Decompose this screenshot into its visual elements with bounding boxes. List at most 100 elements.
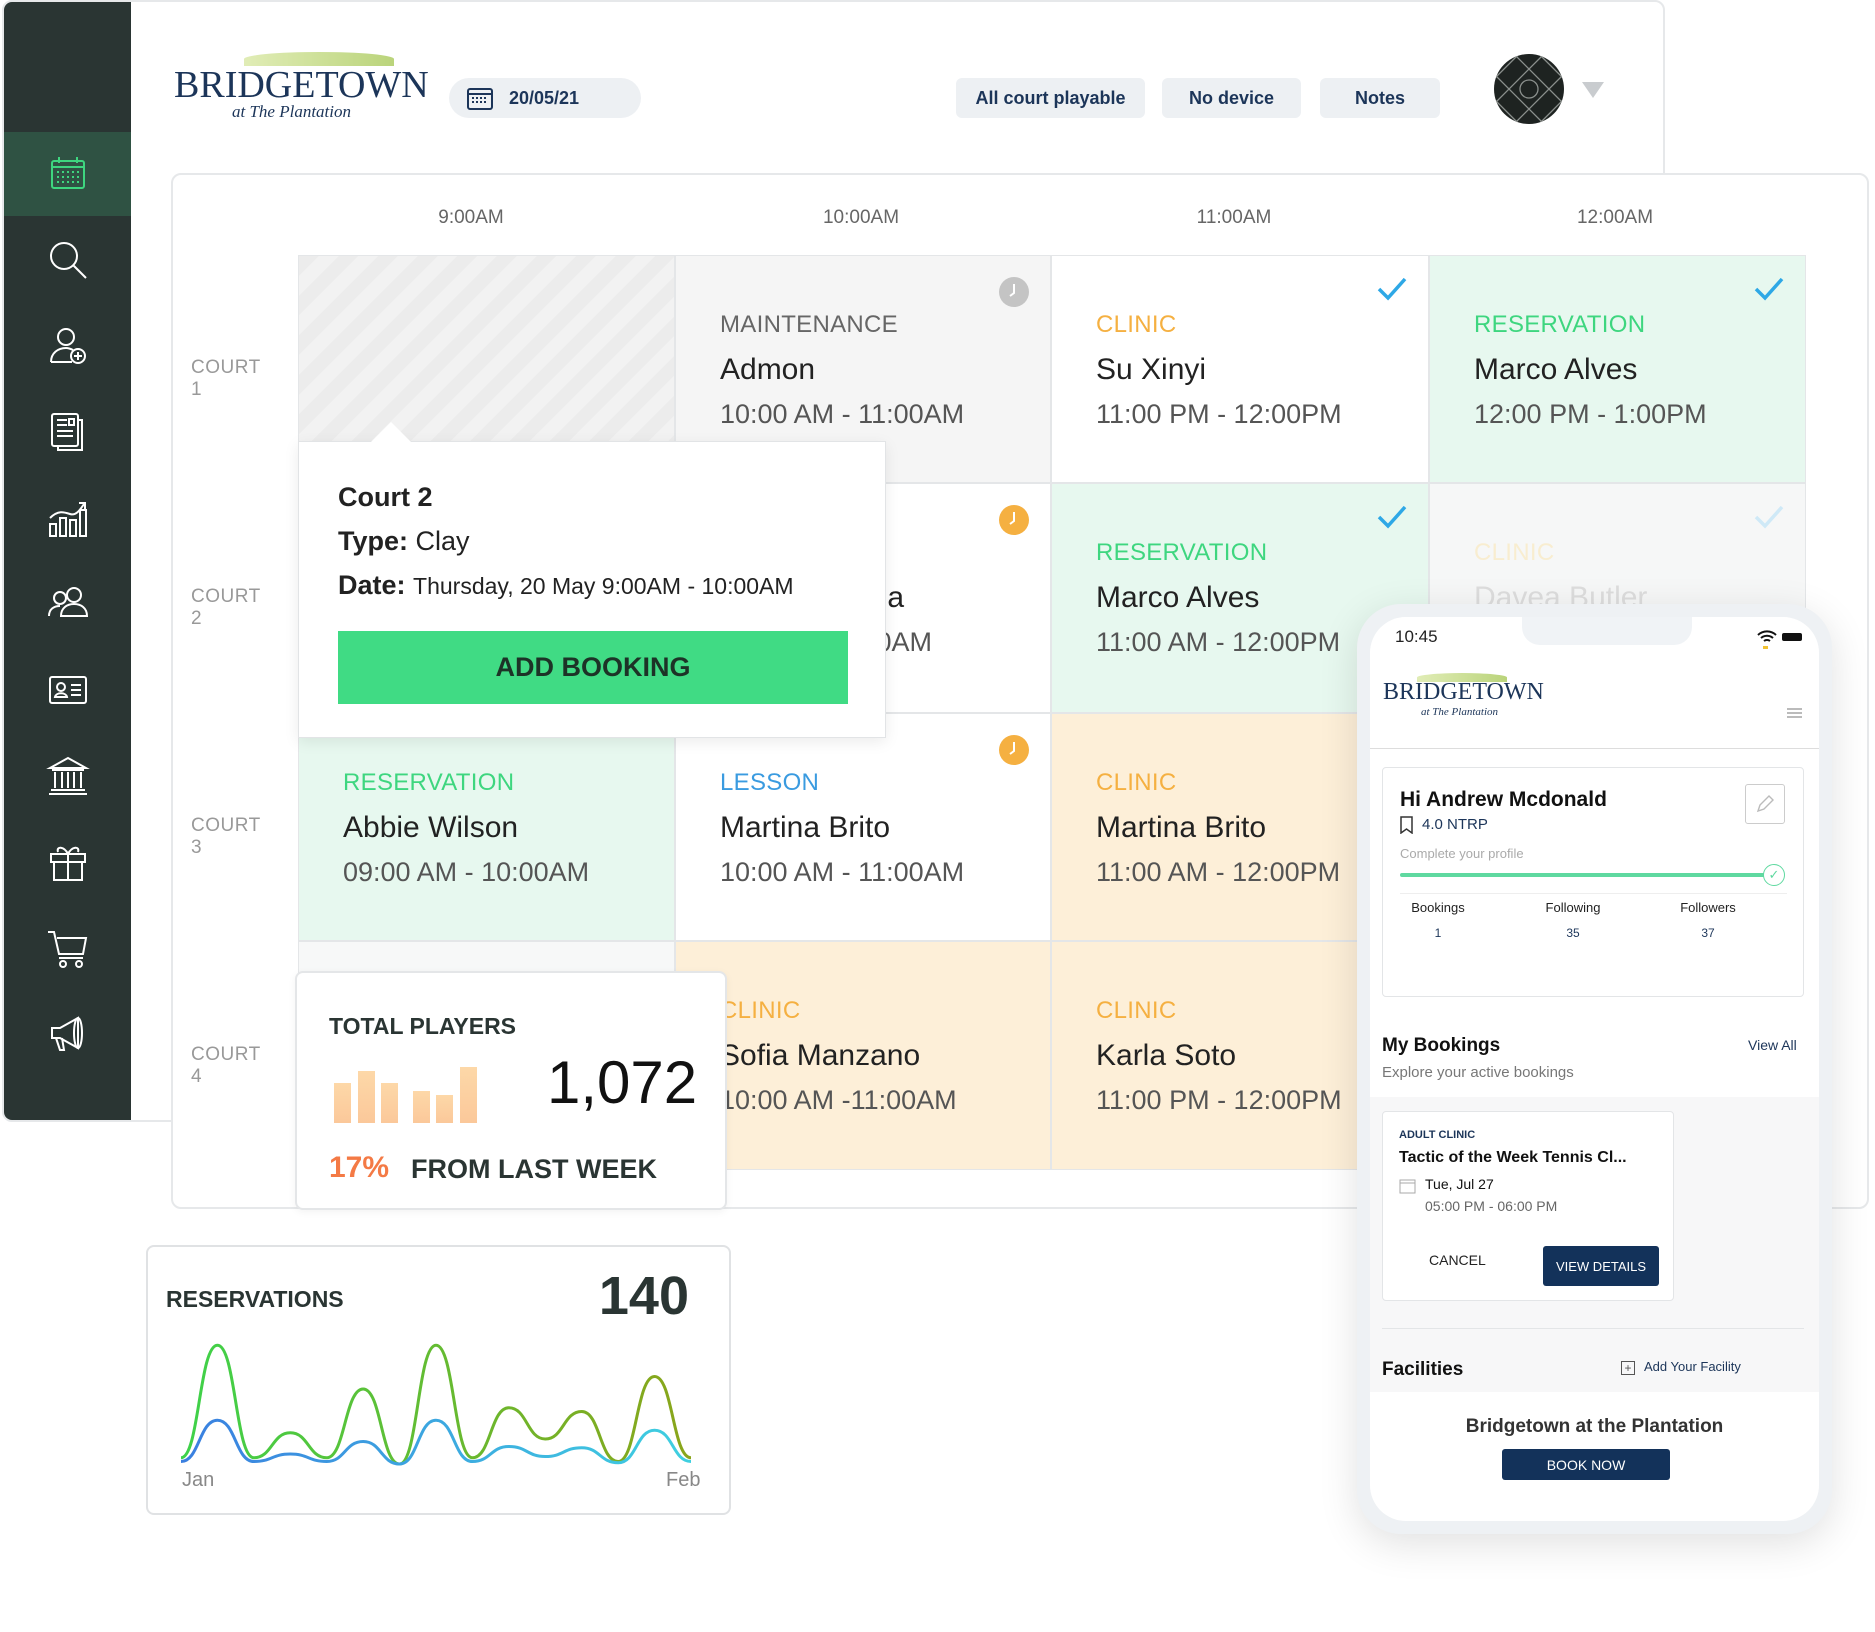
stat-label: Bookings [1411, 900, 1465, 915]
search-icon [49, 242, 87, 279]
court-label: COURT 4 [191, 1043, 261, 1087]
booking-cell-court4-slot2[interactable]: CLINIC Sofia Manzano 10:00 AM -11:00AM [675, 941, 1051, 1170]
popover-title: Court 2 [338, 482, 433, 512]
calendar-icon [1399, 1179, 1416, 1194]
popover-arrow [371, 422, 411, 442]
players-bar [334, 1083, 351, 1123]
total-players-card: TOTAL PLAYERS 1,072 17% FROM LAST WEEK [295, 971, 727, 1210]
no-device-button[interactable]: No device [1162, 78, 1301, 118]
wifi-battery-icon [1757, 630, 1802, 649]
booking-category: CLINIC [1096, 311, 1177, 338]
profile-card: Hi Andrew Mcdonald 4.0 NTRP Complete you… [1382, 767, 1804, 997]
sidebar-item-users[interactable] [4, 562, 131, 646]
stat-label: Following [1545, 900, 1601, 915]
reservations-value: 140 [598, 1266, 689, 1326]
booking-cell-court3-slot2[interactable]: LESSON Martina Brito 10:00 AM - 11:00AM [675, 713, 1051, 941]
sidebar-item-chart-growth[interactable] [4, 476, 131, 560]
players-bar-chart [334, 1063, 484, 1123]
status-time: 10:45 [1395, 627, 1438, 646]
sidebar-item-add-user[interactable] [4, 304, 131, 388]
stat-value: 37 [1701, 926, 1715, 940]
sidebar-item-bank[interactable] [4, 734, 131, 818]
cart-icon [47, 931, 87, 968]
x-label-start: Jan [182, 1469, 215, 1491]
booking-name: Sofia Manzano [720, 1039, 921, 1072]
booking-name: Martina Brito [720, 811, 891, 844]
court-label: COURT 2 [191, 586, 261, 629]
reservations-card: RESERVATIONS 140 Jan Feb [146, 1245, 731, 1515]
booking-name: Admon [720, 353, 816, 386]
view-details-button[interactable]: VIEW DETAILS [1543, 1246, 1659, 1286]
booking-category: RESERVATION [1096, 539, 1268, 566]
sidebar-item-search[interactable] [4, 218, 131, 302]
account-menu-caret-icon[interactable] [1582, 82, 1604, 98]
calendar-icon [467, 88, 493, 110]
clock-icon [998, 276, 1030, 313]
sidebar-item-news[interactable] [4, 390, 131, 474]
hamburger-menu-icon[interactable] [1787, 708, 1802, 718]
booking-time: 12:00 PM - 1:00PM [1474, 399, 1707, 429]
booking-cell-court1-slot3[interactable]: CLINIC Su Xinyi 11:00 PM - 12:00PM [1051, 255, 1429, 483]
stat-label: Followers [1680, 900, 1736, 915]
avatar[interactable] [1494, 54, 1564, 124]
add-booking-button[interactable]: ADD BOOKING [338, 631, 848, 704]
sidebar-item-id-card[interactable] [4, 648, 131, 732]
news-icon [50, 413, 83, 451]
booking-time: 10:00 AM -11:00AM [720, 1085, 957, 1115]
booking-name: Marco Alves [1474, 353, 1638, 386]
users-icon [47, 587, 88, 617]
players-bar [436, 1095, 453, 1123]
booking-cell-court3-slot1[interactable]: RESERVATION Abbie Wilson 09:00 AM - 10:00A… [298, 713, 675, 941]
total-players-title: TOTAL PLAYERS [329, 1013, 517, 1039]
chart-growth-icon [48, 502, 87, 537]
greeting: Hi Andrew Mcdonald [1400, 788, 1607, 811]
sidebar-item-cart[interactable] [4, 906, 131, 990]
facility-card: Bridgetown at the Plantation BOOK NOW [1370, 1392, 1819, 1521]
megaphone-icon [50, 1016, 83, 1051]
sidebar [4, 2, 131, 1120]
booking-category: CLINIC [1474, 539, 1555, 566]
x-label-end: Feb [666, 1469, 701, 1491]
add-facility-link[interactable]: Add Your Facility [1644, 1359, 1741, 1374]
time-label: 10:00AM [822, 207, 900, 228]
book-now-button[interactable]: BOOK NOW [1502, 1449, 1670, 1480]
change-percent: 17% [329, 1151, 390, 1184]
date-picker[interactable]: 20/05/21 [449, 78, 641, 118]
my-bookings-title: My Bookings [1382, 1035, 1501, 1056]
booking-time: 05:00 PM - 06:00 PM [1425, 1198, 1558, 1214]
time-label: 12:00AM [1576, 207, 1654, 228]
reservations-title: RESERVATIONS [166, 1286, 344, 1312]
stat-value: 1 [1434, 926, 1442, 940]
facilities-title: Facilities [1382, 1359, 1464, 1380]
view-all-link[interactable]: View All [1748, 1037, 1797, 1053]
booking-time: 09:00 AM - 10:00AM [343, 857, 590, 887]
check-icon [1376, 504, 1408, 535]
court-popover: Court 2 Type: Clay Date: Thursday, 20 Ma… [298, 422, 886, 738]
check-icon [1753, 504, 1785, 535]
phone-screen: 10:45 BRIDGETOWN at The Plantation Hi An… [1370, 617, 1819, 1521]
players-bar [381, 1083, 398, 1123]
sidebar-item-calendar[interactable] [4, 132, 131, 216]
booking-date: Tue, Jul 27 [1425, 1176, 1494, 1192]
cancel-booking-button[interactable]: CANCEL [1429, 1252, 1486, 1268]
clock-icon [998, 504, 1030, 541]
booking-name: Abbie Wilson [343, 811, 519, 844]
mobile-phone: 10:45 BRIDGETOWN at The Plantation Hi An… [1357, 604, 1832, 1534]
players-bar [413, 1091, 430, 1123]
notes-button[interactable]: Notes [1320, 78, 1440, 118]
calendar-icon [50, 157, 85, 189]
sidebar-item-megaphone[interactable] [4, 992, 131, 1076]
booking-title: Tactic of the Week Tennis Cl... [1399, 1149, 1627, 1166]
booking-name: Su Xinyi [1096, 353, 1207, 386]
booking-date: Thursday, 20 May 9:00AM - 10:00AM [413, 573, 794, 599]
pencil-icon [1756, 795, 1774, 813]
booking-cell-court1-slot4[interactable]: RESERVATION Marco Alves 12:00 PM - 1:00PM [1429, 255, 1806, 483]
clock-icon [998, 734, 1030, 771]
sidebar-item-gift[interactable] [4, 820, 131, 904]
edit-profile-button[interactable] [1745, 784, 1785, 824]
reservations-series-line [180, 1343, 692, 1466]
add-facility-icon[interactable]: + [1621, 1361, 1635, 1375]
add-user-icon [49, 328, 86, 364]
booking-category: RESERVATION [1474, 311, 1646, 338]
all-court-playable-button[interactable]: All court playable [956, 78, 1145, 118]
